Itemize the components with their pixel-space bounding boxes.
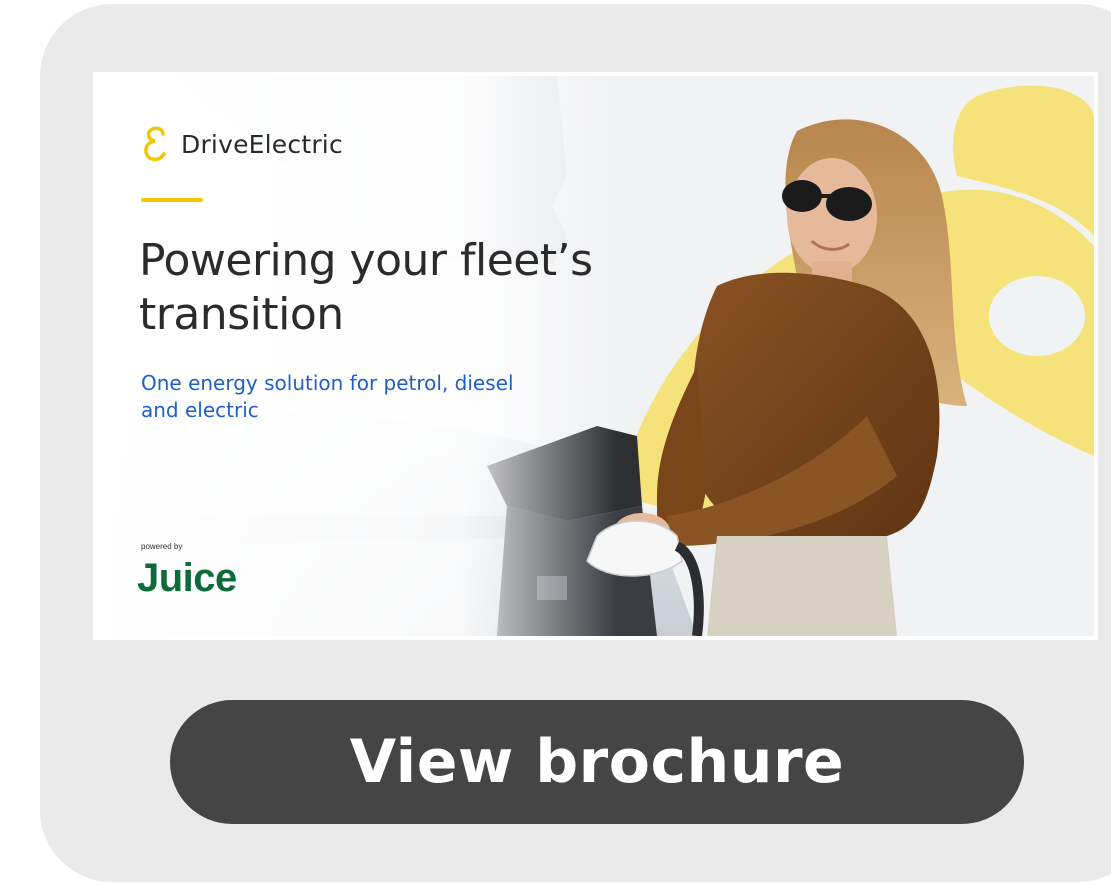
powered-by-label: powered by: [141, 542, 183, 551]
brand-lockup: DriveElectric: [141, 124, 343, 164]
brochure-banner-image[interactable]: DriveElectric Powering your fleet’s tran…: [93, 72, 1098, 640]
view-brochure-button[interactable]: View brochure: [170, 700, 1024, 824]
banner-subheadline: One energy solution for petrol, diesel a…: [141, 371, 514, 422]
accent-divider: [141, 198, 203, 202]
brand-name: DriveElectric: [181, 129, 343, 159]
juice-logo: Juice: [137, 556, 237, 600]
driveelectric-logo-icon: [144, 126, 166, 162]
banner-headline: Powering your fleet’s transition: [139, 235, 593, 340]
